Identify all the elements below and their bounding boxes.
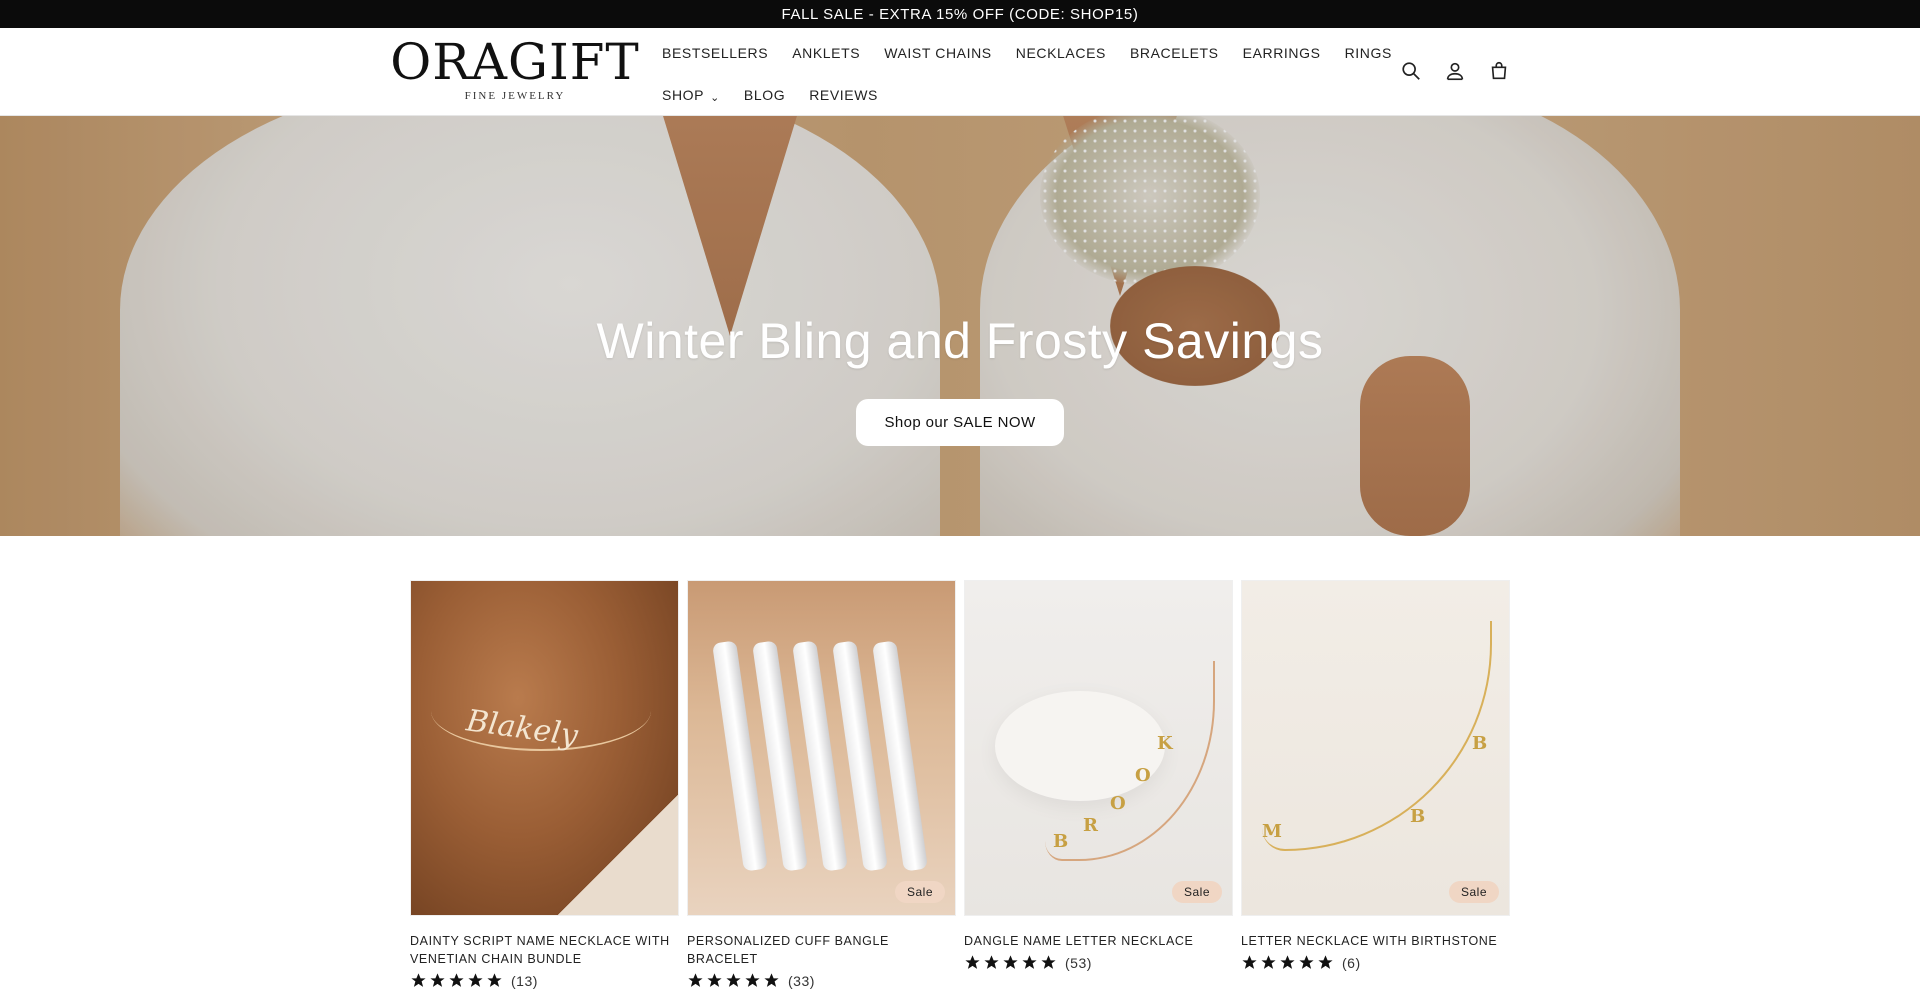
star-icon — [1003, 955, 1018, 969]
main-nav: BESTSELLERS ANKLETS WAIST CHAINS NECKLAC… — [650, 28, 1391, 116]
product-title[interactable]: DAINTY SCRIPT NAME NECKLACE WITH VENETIA… — [410, 932, 679, 968]
rating-stars — [1241, 954, 1334, 971]
product-card[interactable]: Sale PERSONALIZED CUFF BANGLE BRACELET (… — [687, 580, 956, 989]
product-rating: (13) — [410, 972, 679, 989]
logo-tagline: FINE JEWELRY — [464, 90, 566, 102]
sale-badge: Sale — [1171, 881, 1222, 903]
star-icon — [764, 973, 779, 987]
pendant-letter: M — [1262, 821, 1282, 842]
star-icon — [430, 973, 445, 987]
star-icon — [1022, 955, 1037, 969]
product-title[interactable]: PERSONALIZED CUFF BANGLE BRACELET — [687, 932, 956, 968]
product-image[interactable]: B R O O K Sale — [964, 580, 1233, 916]
pendant-letter: K — [1157, 733, 1173, 754]
star-icon — [707, 973, 722, 987]
star-icon — [726, 973, 741, 987]
product-title[interactable]: DANGLE NAME LETTER NECKLACE — [964, 932, 1233, 950]
product-image[interactable]: Sale — [687, 580, 956, 916]
rating-stars — [410, 972, 503, 989]
review-count: (6) — [1342, 954, 1361, 971]
search-icon[interactable] — [1398, 58, 1424, 84]
product-card[interactable]: Blakely Sale DAINTY SCRIPT NAME NECKLACE… — [410, 580, 679, 989]
star-icon — [487, 973, 502, 987]
nav-item-blog[interactable]: BLOG — [732, 87, 797, 103]
star-icon — [1280, 955, 1295, 969]
hero-banner: Winter Bling and Frosty Savings Shop our… — [0, 116, 1920, 536]
nav-item-shop[interactable]: SHOP ⌄ — [650, 87, 732, 104]
product-rating: (33) — [687, 972, 956, 989]
sale-badge: Sale — [617, 881, 668, 903]
announcement-text: FALL SALE - EXTRA 15% OFF (CODE: SHOP15) — [781, 5, 1139, 23]
product-image[interactable]: M B B Sale — [1241, 580, 1510, 916]
product-rating: (6) — [1241, 954, 1510, 971]
star-icon — [449, 973, 464, 987]
star-icon — [1242, 955, 1257, 969]
pendant-letter: O — [1110, 793, 1126, 814]
announcement-bar: FALL SALE - EXTRA 15% OFF (CODE: SHOP15) — [0, 0, 1920, 28]
pendant-letter: O — [1135, 765, 1151, 786]
sale-badge: Sale — [894, 881, 945, 903]
chevron-down-icon: ⌄ — [710, 91, 720, 104]
logo-wordmark: ORAGIFT — [390, 33, 640, 91]
product-image[interactable]: Blakely Sale — [410, 580, 679, 916]
nav-item-bracelets[interactable]: BRACELETS — [1118, 45, 1231, 61]
header-actions — [1398, 58, 1512, 84]
star-icon — [1318, 955, 1333, 969]
pendant-letter: B — [1410, 806, 1426, 827]
nav-item-anklets[interactable]: ANKLETS — [780, 45, 872, 61]
account-icon[interactable] — [1442, 58, 1468, 84]
sale-badge: Sale — [1448, 881, 1499, 903]
review-count: (13) — [511, 972, 538, 989]
rating-stars — [964, 954, 1057, 971]
star-icon — [411, 973, 426, 987]
nav-item-necklaces[interactable]: NECKLACES — [1004, 45, 1118, 61]
necklace-chain — [1045, 661, 1215, 861]
product-card[interactable]: B R O O K Sale DANGLE NAME LETTER NECKLA… — [964, 580, 1233, 971]
star-icon — [1041, 955, 1056, 969]
nav-row-primary: BESTSELLERS ANKLETS WAIST CHAINS NECKLAC… — [650, 38, 1404, 68]
star-icon — [1261, 955, 1276, 969]
review-count: (33) — [788, 972, 815, 989]
product-card[interactable]: M B B Sale LETTER NECKLACE WITH BIRTHSTO… — [1241, 580, 1510, 971]
star-icon — [745, 973, 760, 987]
logo[interactable]: ORAGIFT FINE JEWELRY — [390, 36, 638, 108]
nav-item-bestsellers[interactable]: BESTSELLERS — [650, 45, 780, 61]
pendant-letter: R — [1083, 815, 1098, 836]
hero-title: Winter Bling and Frosty Savings — [596, 313, 1324, 369]
nav-item-earrings[interactable]: EARRINGS — [1231, 45, 1333, 61]
nav-item-reviews[interactable]: REVIEWS — [797, 87, 890, 103]
shop-sale-button[interactable]: Shop our SALE NOW — [856, 399, 1064, 446]
pendant-letter: B — [1472, 733, 1488, 754]
review-count: (53) — [1065, 954, 1092, 971]
star-icon — [468, 973, 483, 987]
star-icon — [688, 973, 703, 987]
star-icon — [965, 955, 980, 969]
product-grid: Blakely Sale DAINTY SCRIPT NAME NECKLACE… — [410, 580, 1510, 993]
necklace-chain — [1262, 621, 1492, 851]
star-icon — [1299, 955, 1314, 969]
star-icon — [984, 955, 999, 969]
nav-item-shop-label: SHOP — [662, 87, 705, 103]
nav-item-rings[interactable]: RINGS — [1333, 45, 1404, 61]
product-title[interactable]: LETTER NECKLACE WITH BIRTHSTONE — [1241, 932, 1510, 950]
nav-item-waist-chains[interactable]: WAIST CHAINS — [872, 45, 1004, 61]
product-rating: (53) — [964, 954, 1233, 971]
site-header: ORAGIFT FINE JEWELRY BESTSELLERS ANKLETS… — [0, 28, 1920, 116]
nav-row-secondary: SHOP ⌄ BLOG REVIEWS — [650, 80, 890, 110]
pendant-letter: B — [1053, 831, 1069, 852]
rating-stars — [687, 972, 780, 989]
cart-icon[interactable] — [1486, 58, 1512, 84]
